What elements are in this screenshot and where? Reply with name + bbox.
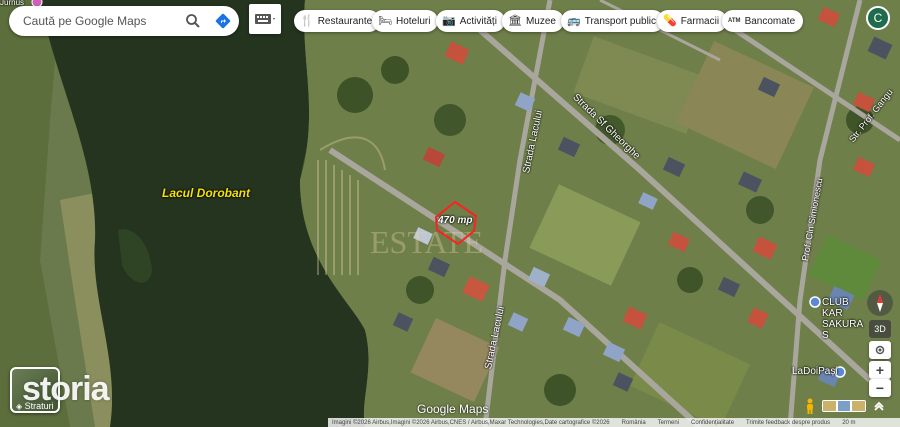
chip-activities[interactable]: 📷 Activități bbox=[436, 10, 505, 32]
chip-public-transport[interactable]: 🚌 Transport public bbox=[561, 10, 665, 32]
chip-atms[interactable]: ATM Bancomate bbox=[722, 10, 804, 32]
attribution-bar: Imagini ©2026 Airbus,Imagini ©2026 Airbu… bbox=[328, 418, 900, 427]
lake-label: Lacul Dorobant bbox=[162, 186, 251, 200]
keyboard-icon bbox=[255, 14, 275, 24]
chip-pharmacies[interactable]: 💊 Farmacii bbox=[657, 10, 728, 32]
plus-icon: + bbox=[875, 362, 885, 378]
pill-icon: 💊 bbox=[663, 14, 677, 27]
bus-icon: 🚌 bbox=[567, 14, 581, 27]
my-location-button[interactable] bbox=[869, 341, 891, 359]
imagery-credit: Imagini ©2026 Airbus,Imagini ©2026 Airbu… bbox=[332, 419, 610, 426]
chip-hotels[interactable]: 🛏 Hoteluri bbox=[372, 10, 439, 32]
ladoipasi-poi-label[interactable]: LaDoiPași bbox=[792, 366, 838, 377]
satellite-imagery: ESTATE bbox=[0, 0, 900, 427]
zoom-in-button[interactable]: + bbox=[869, 361, 891, 379]
chip-museums[interactable]: 🏛 Muzee bbox=[502, 10, 564, 32]
compass-icon bbox=[877, 294, 883, 312]
imagery-thumbnails[interactable] bbox=[822, 400, 866, 412]
camera-icon: 📷 bbox=[442, 14, 456, 27]
zoom-out-button[interactable]: − bbox=[869, 379, 891, 397]
search-icon[interactable] bbox=[185, 13, 201, 29]
compass-button[interactable] bbox=[867, 290, 893, 316]
tilt-3d-button[interactable]: 3D bbox=[869, 320, 891, 338]
fork-knife-icon: 🍴 bbox=[300, 14, 314, 27]
parcel-area-label: 470 mp bbox=[438, 215, 473, 226]
directions-icon[interactable] bbox=[215, 13, 231, 29]
crosshair-icon bbox=[875, 345, 885, 355]
storia-watermark: storia bbox=[22, 370, 110, 408]
satellite-map[interactable]: ESTATE Jurnus Lacul Dorobant 470 mp Stra… bbox=[0, 0, 900, 427]
country-label: România bbox=[621, 419, 646, 426]
club-poi-label[interactable]: CLUB KAR SAKURA S bbox=[822, 297, 866, 341]
chip-restaurants[interactable]: 🍴 Restaurante bbox=[294, 10, 381, 32]
club-poi-marker bbox=[809, 296, 821, 308]
svg-text:ESTATE: ESTATE bbox=[370, 224, 483, 260]
google-maps-logo: Google Maps bbox=[417, 402, 489, 416]
scale-label: 20 m bbox=[842, 419, 856, 426]
bed-icon: 🛏 bbox=[378, 14, 392, 27]
account-avatar[interactable]: C bbox=[866, 6, 890, 30]
privacy-link[interactable]: Confidențialitate bbox=[691, 420, 734, 426]
feedback-link[interactable]: Trimite feedback despre produs bbox=[746, 420, 830, 426]
expand-chevron-icon[interactable] bbox=[872, 399, 886, 413]
search-input[interactable] bbox=[23, 14, 173, 28]
input-tools-button[interactable] bbox=[249, 4, 281, 34]
minus-icon: − bbox=[875, 380, 885, 396]
atm-icon: ATM bbox=[728, 17, 741, 24]
museum-icon: 🏛 bbox=[508, 14, 522, 27]
pegman-icon[interactable] bbox=[803, 398, 817, 414]
terms-link[interactable]: Termeni bbox=[658, 420, 679, 426]
search-box[interactable] bbox=[9, 6, 239, 36]
